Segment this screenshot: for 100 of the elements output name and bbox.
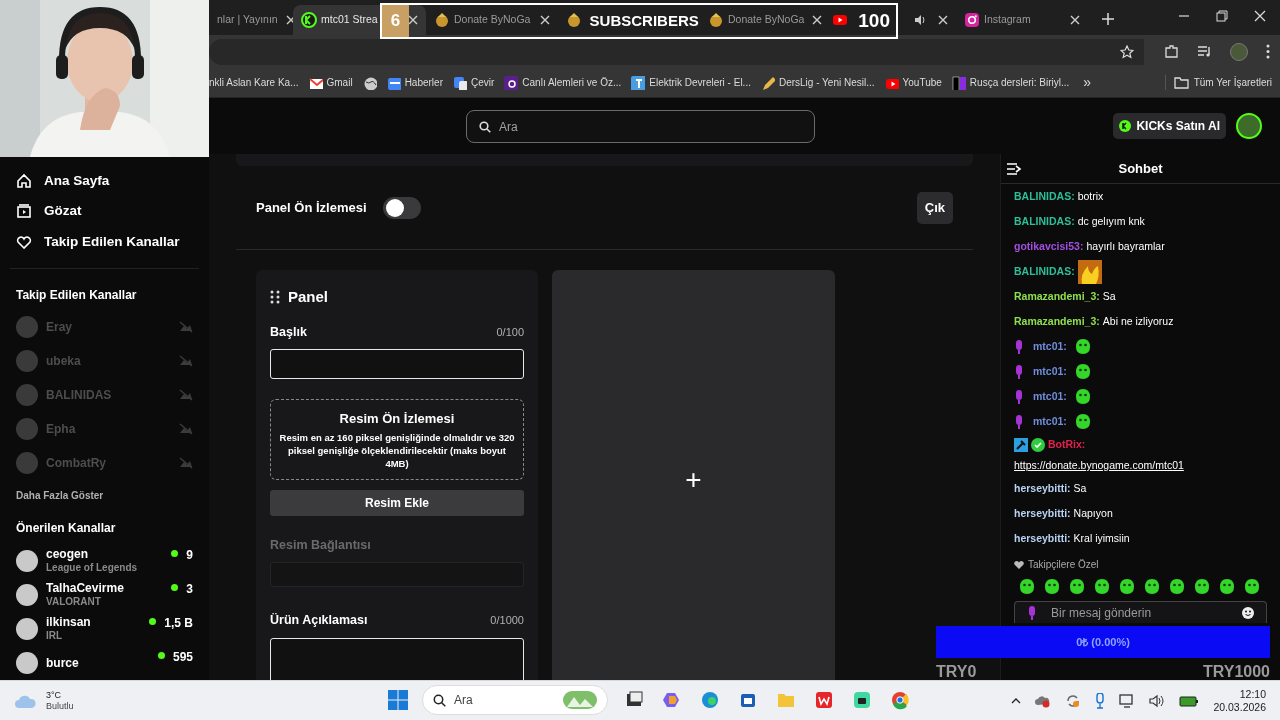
coin-icon[interactable] [566, 12, 582, 28]
channel-item[interactable]: TalhaCevirme VALORANT 3 [16, 578, 193, 612]
channel-name: Epha [46, 421, 77, 436]
emote-icon[interactable] [1242, 578, 1260, 595]
channel-item[interactable]: burce 595 [16, 646, 193, 680]
network-icon[interactable] [1119, 693, 1136, 708]
chat-username[interactable]: BALINIDAS: [1014, 265, 1075, 278]
address-bar[interactable] [209, 38, 1144, 65]
bookmark[interactable]: Çevir [453, 75, 495, 90]
chrome-icon[interactable] [891, 690, 909, 710]
chat-username[interactable]: mtc01: [1033, 365, 1067, 378]
collapse-icon[interactable] [1006, 162, 1022, 175]
bookmark[interactable]: Canlı Alemleri ve Öz... [504, 75, 622, 90]
chat-username[interactable]: herseybitti: [1014, 482, 1071, 495]
close-icon[interactable] [540, 15, 550, 25]
clock[interactable]: 12:10 20.03.2026 [1213, 687, 1266, 714]
emote-icon[interactable] [1092, 578, 1110, 595]
browser-tab[interactable]: Donate ByNoGa [700, 5, 824, 35]
kicks-button[interactable]: KICKs Satın Al [1113, 113, 1226, 139]
chat-username[interactable]: BALINIDAS: [1014, 190, 1075, 203]
microphone-icon [1027, 605, 1037, 620]
close-icon[interactable] [1254, 10, 1266, 22]
nav-item[interactable]: Takip Edilen Kanallar [16, 226, 193, 257]
chat-link[interactable]: https://donate.bynogame.com/mtc01 [1014, 459, 1184, 473]
bookmark[interactable]: nkli Aslan Kare Ka... [209, 75, 299, 90]
battery-icon[interactable] [1179, 694, 1200, 707]
nav-item[interactable]: Gözat [16, 196, 193, 227]
bookmark[interactable]: Gmail [308, 75, 353, 90]
channel-item[interactable]: ilkinsan IRL 1,5 B [16, 612, 193, 647]
star-icon[interactable] [1120, 44, 1134, 59]
emote-icon[interactable] [1017, 578, 1035, 595]
weather-widget[interactable]: 3°C Bulutlu [14, 689, 74, 712]
chat-message: Napıyon [1073, 507, 1113, 520]
chat-username[interactable]: mtc01: [1033, 390, 1067, 403]
bookmark[interactable] [362, 75, 377, 90]
emote-icon[interactable] [1167, 578, 1185, 595]
add-panel-card[interactable]: + [552, 270, 835, 680]
sync-icon[interactable] [1065, 692, 1082, 709]
close-icon[interactable] [812, 15, 823, 25]
chat-username[interactable]: BotRix: [1048, 438, 1086, 452]
speaker-icon[interactable] [914, 14, 926, 26]
description-input[interactable] [270, 637, 524, 680]
microphone-icon[interactable] [1095, 692, 1106, 709]
bookmark[interactable]: Haberler [386, 75, 443, 90]
chat-username[interactable]: gotikavcisi53: [1014, 240, 1084, 253]
bookmark[interactable]: Elektrik Devreleri - El... [631, 75, 751, 90]
nav-item[interactable]: Ana Sayfa [16, 166, 193, 197]
emote-icon[interactable] [1067, 578, 1085, 595]
channel-name: ceogen [46, 547, 89, 561]
nav-label: Takip Edilen Kanallar [44, 232, 180, 251]
chat-username[interactable]: BALINIDAS: [1014, 215, 1075, 228]
bookmark[interactable]: YouTube [884, 75, 942, 90]
all-bookmarks[interactable]: Tüm Yer İşaretleri [1164, 75, 1272, 90]
emote-icon[interactable] [1192, 578, 1210, 595]
chevron-up-icon[interactable] [1011, 697, 1022, 704]
browser-tab[interactable]: Instagram [956, 5, 1088, 35]
show-more-link[interactable]: Daha Fazla Göster [16, 480, 193, 512]
profile-avatar[interactable] [1230, 42, 1248, 61]
taskbar-search[interactable]: Ara [422, 685, 608, 715]
chat-username[interactable]: herseybitti: [1014, 532, 1071, 545]
bookmark-title: Gmail [326, 76, 353, 90]
close-icon[interactable] [408, 15, 418, 25]
home-icon [16, 173, 32, 190]
field-label: Başlık [270, 323, 307, 341]
emote-icon[interactable] [1142, 578, 1160, 595]
emote-icon[interactable] [1117, 578, 1135, 595]
chat-username[interactable]: herseybitti: [1014, 507, 1071, 520]
heart-icon [16, 233, 32, 250]
channel-item[interactable]: ceogen League of Legends 9 [16, 544, 193, 578]
chat-username[interactable]: Ramazandemi_3: [1014, 290, 1100, 303]
puzzle-icon[interactable] [1164, 44, 1179, 59]
microphone-icon [1014, 364, 1024, 379]
menu-icon[interactable] [1266, 44, 1270, 59]
user-avatar[interactable] [1236, 113, 1262, 139]
search-field[interactable]: Ara [466, 110, 815, 143]
browser-tab[interactable]: Donate ByNoGa [426, 5, 558, 35]
bookmark[interactable]: DersLig - Yeni Nesil... [760, 75, 875, 90]
wps-icon[interactable] [815, 690, 833, 710]
play-icon[interactable] [832, 12, 848, 28]
more-bookmarks-button[interactable]: » [1083, 72, 1092, 93]
drag-handle-icon[interactable] [270, 290, 280, 305]
add-image-button[interactable]: Resim Ekle [270, 489, 524, 516]
bookmark[interactable]: Rusça dersleri: Biriyl... [951, 75, 1070, 90]
speaker-icon[interactable] [1149, 693, 1166, 708]
playlist-icon[interactable] [1197, 44, 1212, 59]
title-input[interactable] [270, 349, 524, 380]
exit-button[interactable]: Çık [916, 191, 953, 224]
restore-icon[interactable] [1216, 10, 1228, 22]
close-icon[interactable] [1070, 15, 1080, 25]
field-label: Resim Bağlantısı [270, 536, 371, 554]
emote-icon[interactable] [1042, 578, 1060, 595]
chat-username[interactable]: mtc01: [1033, 415, 1067, 428]
plus-icon[interactable] [1102, 13, 1114, 25]
emote-icon[interactable] [1217, 578, 1235, 595]
close-icon[interactable] [938, 15, 948, 25]
cloud-error-icon[interactable] [1035, 693, 1052, 708]
chat-username[interactable]: Ramazandemi_3: [1014, 315, 1100, 328]
chat-username[interactable]: mtc01: [1033, 340, 1067, 353]
chat-input[interactable]: Bir mesaj gönderin [1014, 601, 1267, 623]
preview-toggle[interactable] [382, 196, 421, 219]
